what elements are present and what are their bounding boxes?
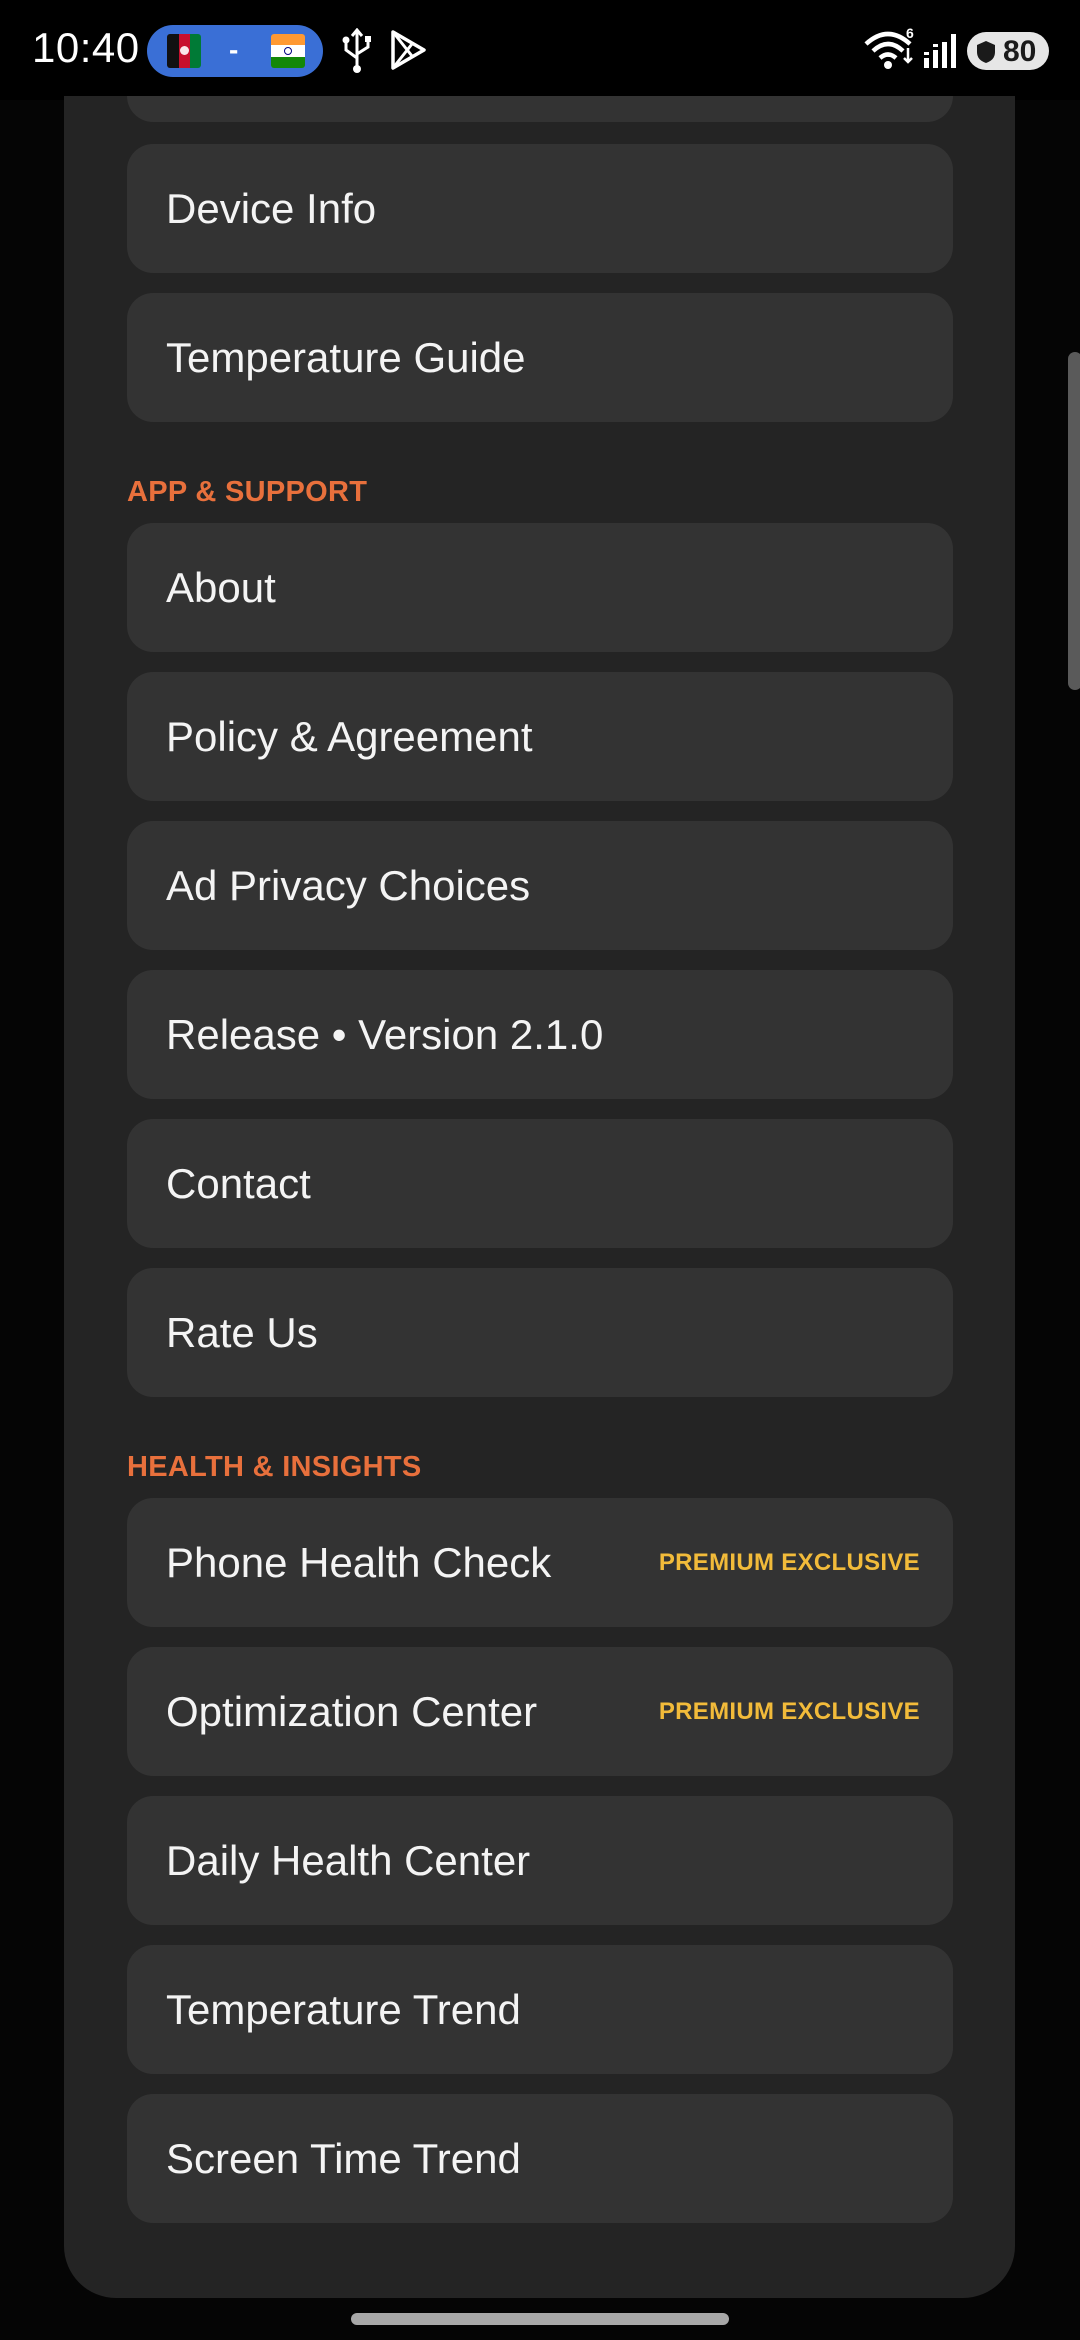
menu-item-label: Temperature Guide [166,333,526,381]
afghanistan-flag-icon [167,34,201,68]
usb-icon [340,27,374,79]
screen: 10:40 - 6 80 Device Info Temperature Gui… [0,0,1080,2340]
menu-item-temperature-trend[interactable]: Temperature Trend [127,1945,953,2074]
menu-item-about[interactable]: About [127,523,953,652]
menu-item-screen-time-trend[interactable]: Screen Time Trend [127,2094,953,2223]
menu-item-label: Optimization Center [166,1687,538,1735]
battery-indicator: 80 [967,32,1049,70]
menu-item-label: Contact [166,1159,311,1207]
menu-item-optimization-center[interactable]: Optimization Center PREMIUM EXCLUSIVE [127,1647,953,1776]
battery-level: 80 [1003,35,1037,68]
menu-item-label: Release • Version 2.1.0 [166,1010,604,1058]
menu-item-policy-agreement[interactable]: Policy & Agreement [127,672,953,801]
menu-item-label: Daily Health Center [166,1836,531,1884]
section-title-health-insights: HEALTH & INSIGHTS [127,1451,422,1483]
wifi-icon: 6 [862,25,918,77]
section-title-app-support: APP & SUPPORT [127,476,368,508]
flag-separator: - [229,34,239,65]
shield-icon [975,40,997,69]
menu-item-label: Screen Time Trend [166,2134,521,2182]
menu-item-temperature-guide[interactable]: Temperature Guide [127,293,953,422]
previous-menu-item[interactable] [127,96,953,122]
menu-item-device-info[interactable]: Device Info [127,144,953,273]
menu-item-label: Device Info [166,184,377,232]
menu-item-phone-health-check[interactable]: Phone Health Check PREMIUM EXCLUSIVE [127,1498,953,1627]
play-store-icon [388,28,428,77]
menu-item-label: Temperature Trend [166,1985,521,2033]
cellular-signal-icon [922,30,960,75]
menu-item-label: Ad Privacy Choices [166,861,531,909]
settings-sheet: Device Info Temperature Guide APP & SUPP… [64,96,1015,2298]
premium-exclusive-badge: PREMIUM EXCLUSIVE [658,1697,920,1725]
home-indicator[interactable] [351,2313,729,2325]
translation-flags-pill[interactable]: - [147,25,323,77]
menu-item-ad-privacy-choices[interactable]: Ad Privacy Choices [127,821,953,950]
menu-item-release-version[interactable]: Release • Version 2.1.0 [127,970,953,1099]
menu-item-label: Phone Health Check [166,1538,552,1586]
premium-exclusive-badge: PREMIUM EXCLUSIVE [658,1548,920,1576]
status-bar: 10:40 - 6 80 [0,0,1080,100]
status-time: 10:40 [32,24,140,71]
menu-item-daily-health-center[interactable]: Daily Health Center [127,1796,953,1925]
india-flag-icon [271,34,305,68]
menu-item-label: Policy & Agreement [166,712,533,760]
menu-item-contact[interactable]: Contact [127,1119,953,1248]
menu-item-label: About [166,563,276,611]
scrollbar-thumb[interactable] [1068,352,1080,690]
menu-item-label: Rate Us [166,1308,318,1356]
menu-item-rate-us[interactable]: Rate Us [127,1268,953,1397]
wifi-badge: 6 [906,26,914,41]
